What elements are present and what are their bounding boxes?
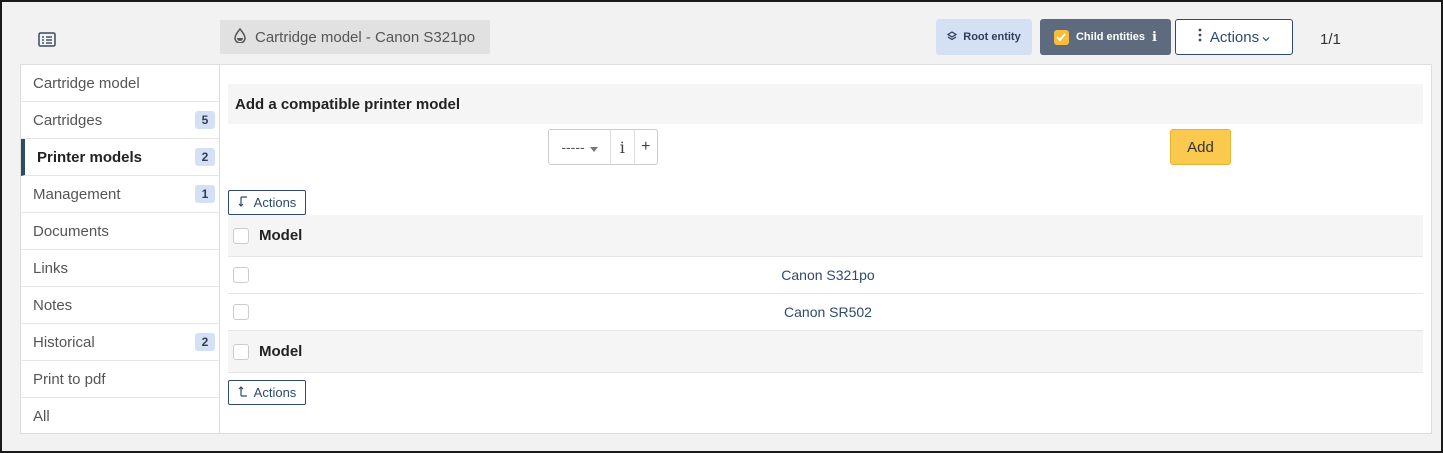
sidebar-item-label: All — [33, 408, 50, 425]
item-title: Cartridge model - Canon S321po — [255, 28, 476, 46]
sidebar-item-label: Historical — [33, 333, 95, 351]
info-icon: i — [619, 137, 625, 157]
root-entity-button[interactable]: Root entity — [936, 19, 1032, 55]
sidebar-item-label: Links — [33, 259, 69, 277]
table-row: Canon S321po — [228, 257, 1423, 294]
sidebar-item-documents[interactable]: Documents — [21, 213, 219, 250]
sidebar-item-label: Notes — [33, 296, 73, 314]
corner-down-left-icon — [238, 195, 248, 210]
sidebar-item-cartridges[interactable]: Cartridges 5 — [21, 102, 219, 139]
add-form-title: Add a compatible printer model — [228, 84, 1423, 124]
printer-model-select[interactable]: ----- — [549, 130, 611, 164]
sidebar-item-print-to-pdf[interactable]: Print to pdf — [21, 361, 219, 398]
table-header-row: Model — [228, 215, 1423, 257]
caret-down-icon — [589, 139, 598, 155]
ink-drop-icon — [234, 27, 246, 47]
dots-vertical-icon — [1198, 28, 1202, 46]
sidebar-item-historical[interactable]: Historical 2 — [21, 324, 219, 361]
sidebar-item-label: Cartridge model — [33, 74, 140, 92]
row-checkbox[interactable] — [233, 267, 249, 283]
model-link[interactable]: Canon SR502 — [249, 304, 1407, 320]
sidebar-item-notes[interactable]: Notes — [21, 287, 219, 324]
sidebar: Cartridge model Cartridges 5 Printer models… — [20, 64, 220, 434]
sidebar-item-cartridge-model[interactable]: Cartridge model — [21, 65, 219, 102]
sidebar-item-label: Print to pdf — [33, 370, 106, 388]
sidebar-item-management[interactable]: Management 1 — [21, 176, 219, 213]
select-all-checkbox[interactable] — [233, 227, 249, 244]
column-footer-model[interactable]: Model — [259, 343, 302, 360]
list-icon[interactable] — [38, 32, 58, 48]
plus-icon: + — [641, 138, 651, 155]
sidebar-item-all[interactable]: All — [21, 398, 219, 435]
info-icon: i — [1152, 29, 1157, 45]
model-link[interactable]: Canon S321po — [249, 267, 1407, 283]
pager: 1/1 — [1320, 31, 1341, 48]
column-header-model[interactable]: Model — [259, 227, 302, 244]
table-footer-row: Model — [228, 331, 1423, 373]
checkbox-checked-icon[interactable] — [1053, 29, 1069, 45]
count-badge: 2 — [195, 148, 215, 166]
sidebar-item-links[interactable]: Links — [21, 250, 219, 287]
sidebar-item-label: Cartridges — [33, 111, 103, 129]
add-button[interactable]: Add — [1170, 129, 1231, 165]
corner-up-left-icon — [238, 385, 248, 400]
item-title-pill: Cartridge model - Canon S321po — [220, 20, 490, 54]
table-row: Canon SR502 — [228, 294, 1423, 331]
row-checkbox[interactable] — [233, 304, 249, 320]
info-button[interactable]: i — [611, 130, 634, 164]
count-badge: 1 — [195, 185, 215, 203]
mass-actions-button-top[interactable]: Actions — [228, 190, 306, 215]
count-badge: 5 — [195, 111, 215, 129]
root-entity-label: Root entity — [963, 31, 1021, 43]
layers-icon — [947, 30, 958, 44]
mass-actions-label: Actions — [253, 195, 297, 210]
chevron-down-icon — [1262, 29, 1270, 46]
sidebar-item-label: Management — [33, 185, 121, 203]
child-entities-label: Child entities — [1075, 31, 1146, 43]
actions-label: Actions — [1209, 28, 1260, 46]
child-entities-toggle[interactable]: Child entities i — [1040, 19, 1171, 55]
add-new-button[interactable]: + — [633, 130, 658, 164]
sidebar-item-label: Documents — [33, 222, 109, 240]
sidebar-item-label: Printer models — [37, 148, 143, 166]
mass-actions-button-bottom[interactable]: Actions — [228, 380, 306, 405]
select-value: ----- — [561, 139, 585, 155]
mass-actions-label: Actions — [253, 385, 297, 400]
sidebar-item-printer-models[interactable]: Printer models 2 — [21, 139, 219, 176]
actions-dropdown-button[interactable]: Actions — [1175, 19, 1293, 55]
printer-model-dropdown-group: ----- i + — [548, 129, 658, 165]
count-badge: 2 — [195, 333, 215, 351]
select-all-checkbox[interactable] — [233, 343, 249, 360]
